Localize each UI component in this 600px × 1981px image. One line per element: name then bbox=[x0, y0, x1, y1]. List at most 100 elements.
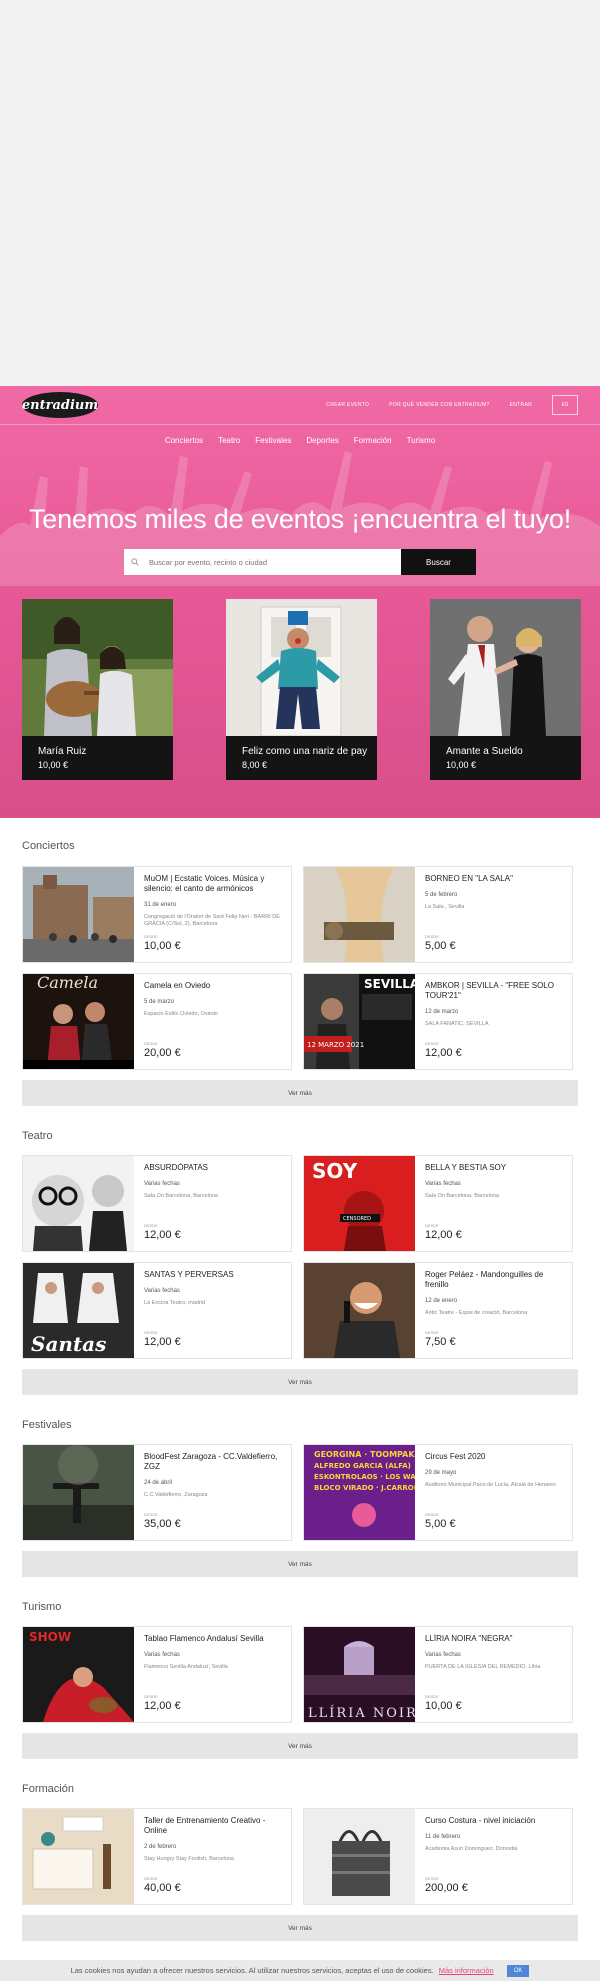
login-link[interactable]: ENTRAR bbox=[510, 402, 532, 408]
event-price: 5,00 € bbox=[425, 940, 456, 952]
featured-card[interactable]: Feliz como una nariz de payaso 8,00 € bbox=[226, 599, 377, 780]
event-card[interactable]: MuOM | Ecstatic Voices. Música y silenci… bbox=[22, 866, 292, 963]
event-venue: C.C Valdefierro, Zaragoza bbox=[144, 1492, 208, 1498]
event-title: Taller de Entrenamiento Creativo - Onlin… bbox=[144, 1816, 266, 1835]
event-price: 12,00 € bbox=[144, 1336, 181, 1348]
event-image bbox=[23, 1445, 134, 1540]
event-card[interactable]: BloodFest Zaragoza - CC.Valdefierro, ZGZ… bbox=[22, 1444, 292, 1541]
event-price: 10,00 € bbox=[144, 940, 181, 952]
event-card[interactable]: Taller de Entrenamiento Creativo - Onlin… bbox=[22, 1808, 292, 1905]
create-event-link[interactable]: CREAR EVENTO bbox=[326, 402, 369, 408]
event-image: SHOW bbox=[23, 1627, 134, 1722]
see-more-button[interactable]: Ver más bbox=[22, 1080, 578, 1106]
event-title: LLÍRIA NOIRA "NEGRA" bbox=[425, 1634, 513, 1643]
event-image bbox=[23, 1156, 134, 1251]
featured-image-clown bbox=[226, 599, 377, 737]
top-header: entradium CREAR EVENTO POR QUÉ VENDER CO… bbox=[0, 386, 600, 424]
event-date: 29 de mayo bbox=[425, 1470, 457, 1476]
cookie-more-info-link[interactable]: Más información bbox=[439, 1966, 494, 1975]
event-venue: SALA FANATIC, SEVILLA bbox=[425, 1021, 489, 1027]
section-formacion: Formación Taller de Entrenamiento Creati… bbox=[0, 1783, 600, 1941]
price-label: DESDE bbox=[425, 1512, 439, 1517]
svg-text:SHOW: SHOW bbox=[29, 1630, 71, 1644]
see-more-button[interactable]: Ver más bbox=[22, 1915, 578, 1941]
featured-image-maria-ruiz bbox=[22, 599, 173, 736]
nav-turismo[interactable]: Turismo bbox=[407, 436, 436, 445]
event-date: 12 de enero bbox=[425, 1298, 458, 1304]
price-label: DESDE bbox=[144, 1330, 158, 1335]
cookie-ok-button[interactable]: OK bbox=[506, 1964, 530, 1977]
event-card[interactable]: SOY CENSORED BELLA Y BESTIA SOY Varias fe… bbox=[303, 1155, 573, 1252]
event-title: MuOM | Ecstatic Voices. Música y silenci… bbox=[144, 874, 265, 893]
event-image: Camela bbox=[23, 974, 134, 1069]
event-title: Curso Costura - nivel iniciación bbox=[425, 1816, 536, 1825]
event-image: SOY CENSORED bbox=[304, 1156, 415, 1251]
why-sell-link[interactable]: POR QUÉ VENDER CON ENTRADIUM? bbox=[389, 402, 489, 408]
featured-events: María Ruiz 10,00 € Feliz como una nariz … bbox=[0, 599, 600, 780]
event-image bbox=[304, 867, 415, 962]
event-venue: Auditorio Municipal Paco de Lucía, Alcal… bbox=[425, 1482, 556, 1488]
event-venue: Antic Teatre - Espai de creació, Barcelo… bbox=[425, 1310, 528, 1316]
see-more-button[interactable]: Ver más bbox=[22, 1369, 578, 1395]
language-button[interactable]: ES bbox=[552, 395, 578, 415]
nav-deportes[interactable]: Deportes bbox=[306, 436, 338, 445]
event-date: 5 de marzo bbox=[144, 999, 175, 1005]
price-label: DESDE bbox=[144, 1512, 158, 1517]
svg-text:LLÍRIA NOIRA: LLÍRIA NOIRA bbox=[308, 1705, 415, 1721]
event-price: 20,00 € bbox=[144, 1047, 181, 1059]
event-date: 31 de enero bbox=[144, 902, 177, 908]
featured-price: 10,00 € bbox=[38, 760, 69, 770]
nav-formacion[interactable]: Formación bbox=[354, 436, 392, 445]
event-title: BloodFest Zaragoza - CC.Valdefierro, ZGZ bbox=[144, 1452, 278, 1471]
svg-text:BLOCO VIRADO · J.CARRON: BLOCO VIRADO · J.CARRON bbox=[314, 1484, 415, 1492]
nav-conciertos[interactable]: Conciertos bbox=[165, 436, 203, 445]
svg-text:Santas: Santas bbox=[31, 1332, 106, 1356]
event-card[interactable]: Camela Camela en Oviedo 5 de marzo Espac… bbox=[22, 973, 292, 1070]
search-button[interactable]: Buscar bbox=[401, 549, 476, 575]
event-card[interactable]: Roger Peláez - Mandonguilles de frenillo… bbox=[303, 1262, 573, 1359]
event-card[interactable]: ABSURDÓPATAS Varias fechas Sala On Barce… bbox=[22, 1155, 292, 1252]
see-more-button[interactable]: Ver más bbox=[22, 1733, 578, 1759]
search-icon bbox=[131, 558, 139, 566]
search-input[interactable] bbox=[149, 557, 389, 567]
event-venue: PUERTA DE LA IGLESIA DEL REMEDIO, Llíria bbox=[425, 1664, 541, 1670]
section-turismo: Turismo SHOW Tablao Flamenco Andalusí Se… bbox=[0, 1601, 600, 1759]
featured-image-amante bbox=[430, 599, 581, 736]
event-card[interactable]: BORNEO EN "LA SALA" 5 de febrero La Sala… bbox=[303, 866, 573, 963]
price-label: DESDE bbox=[425, 1694, 439, 1699]
category-nav: Conciertos Teatro Festivales Deportes Fo… bbox=[0, 426, 600, 454]
event-card[interactable]: SHOW Tablao Flamenco Andalusí Sevilla Va… bbox=[22, 1626, 292, 1723]
event-title: Tablao Flamenco Andalusí Sevilla bbox=[144, 1634, 264, 1643]
featured-name: Amante a Sueldo bbox=[446, 746, 523, 757]
event-venue: Sala On Barcelona, Barcelona bbox=[425, 1193, 499, 1199]
event-card[interactable]: LLÍRIA NOIRA LLÍRIA NOIRA "NEGRA" Varias… bbox=[303, 1626, 573, 1723]
svg-text:Camela: Camela bbox=[37, 974, 98, 992]
featured-name: María Ruiz bbox=[38, 746, 87, 757]
nav-festivales[interactable]: Festivales bbox=[255, 436, 291, 445]
event-venue: Sala On Barcelona, Barcelona bbox=[144, 1193, 218, 1199]
event-venue: Congregació de l'Oratori de Sant Felip N… bbox=[144, 914, 280, 927]
svg-text:CENSORED: CENSORED bbox=[343, 1216, 371, 1222]
see-more-button[interactable]: Ver más bbox=[22, 1551, 578, 1577]
price-label: DESDE bbox=[144, 934, 158, 939]
event-card[interactable]: Santas SANTAS Y PERVERSAS Varias fechas … bbox=[22, 1262, 292, 1359]
svg-text:12 MARZO 2021: 12 MARZO 2021 bbox=[307, 1041, 364, 1049]
nav-teatro[interactable]: Teatro bbox=[218, 436, 240, 445]
event-price: 40,00 € bbox=[144, 1882, 181, 1894]
event-date: 11 de febrero bbox=[425, 1834, 461, 1840]
event-price: 12,00 € bbox=[144, 1700, 181, 1712]
section-title: Turismo bbox=[22, 1601, 62, 1613]
event-image: SEVILLA 12 MARZO 2021 bbox=[304, 974, 415, 1069]
event-title: Circus Fest 2020 bbox=[425, 1452, 486, 1461]
featured-card[interactable]: Amante a Sueldo 10,00 € bbox=[430, 599, 581, 780]
event-card[interactable]: SEVILLA 12 MARZO 2021 AMBKOR | SEVILLA - … bbox=[303, 973, 573, 1070]
event-card[interactable]: Curso Costura - nivel iniciación 11 de f… bbox=[303, 1808, 573, 1905]
featured-card[interactable]: María Ruiz 10,00 € bbox=[22, 599, 173, 780]
event-venue: Flamenco Sevilla Andalusí, Sevilla bbox=[144, 1664, 228, 1670]
event-venue: La Sala , Sevilla bbox=[425, 904, 465, 910]
event-card[interactable]: GEORGINA · TOOMPAK ALFREDO GARCIA (ALFA) E… bbox=[303, 1444, 573, 1541]
entradium-logo[interactable]: entradium bbox=[22, 392, 98, 418]
event-date: 2 de febrero bbox=[144, 1844, 177, 1850]
event-title: BORNEO EN "LA SALA" bbox=[425, 874, 513, 883]
header-divider bbox=[0, 424, 600, 425]
